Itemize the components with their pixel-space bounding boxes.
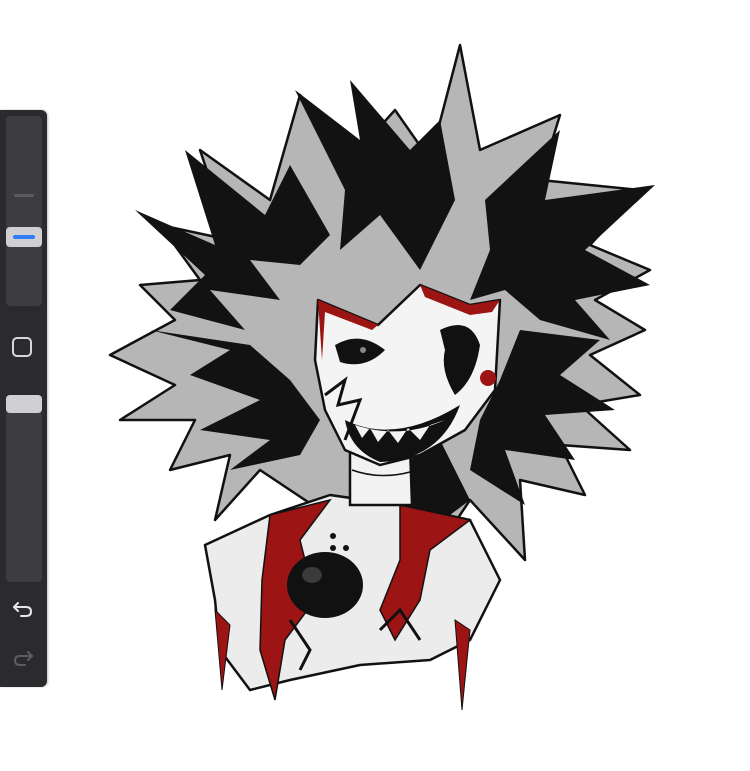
tool-sidebar: [0, 110, 47, 687]
button-dot-3: [343, 545, 349, 551]
brush-size-slider[interactable]: [6, 116, 42, 306]
red-strand-right: [454, 619, 471, 711]
brush-opacity-slider[interactable]: [6, 395, 42, 582]
undo-button[interactable]: [8, 596, 38, 622]
button-dot-1: [330, 533, 336, 539]
size-indicator: [13, 235, 35, 239]
brush-size-handle[interactable]: [6, 227, 42, 247]
orb-highlight: [302, 567, 322, 583]
drawing-canvas[interactable]: [0, 0, 750, 771]
redo-icon: [13, 651, 33, 666]
undo-icon: [13, 602, 33, 617]
chest-orb: [287, 552, 363, 618]
character-illustration: [108, 43, 655, 711]
size-tick-mark: [14, 194, 34, 197]
redo-button[interactable]: [8, 645, 38, 671]
square-modify-icon[interactable]: [12, 337, 32, 357]
cheek-red: [480, 370, 496, 386]
eye-left-shine: [360, 347, 366, 353]
procreate-app: [0, 0, 750, 771]
button-dot-2: [330, 545, 336, 551]
brush-opacity-handle[interactable]: [6, 395, 42, 413]
